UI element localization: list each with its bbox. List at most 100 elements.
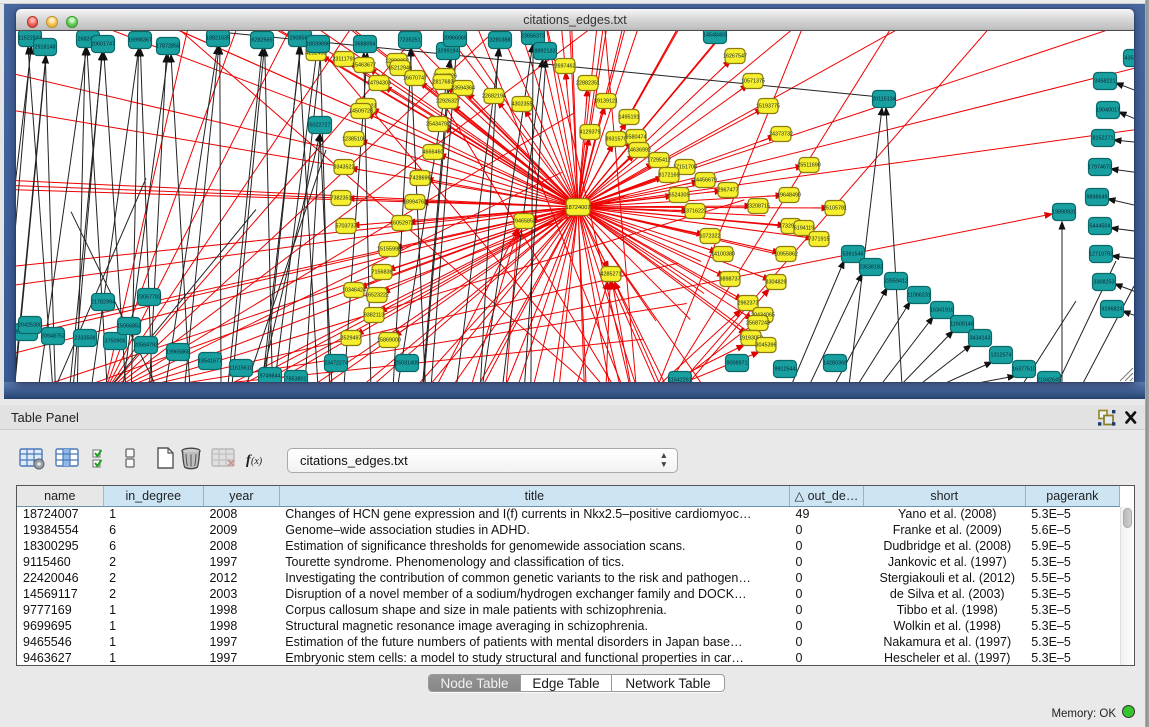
svg-text:9008971: 9008971 bbox=[727, 361, 748, 367]
svg-text:17872858: 17872858 bbox=[156, 44, 180, 50]
svg-text:9382113: 9382113 bbox=[364, 313, 385, 319]
svg-text:3434143: 3434143 bbox=[970, 336, 991, 342]
svg-text:4302355: 4302355 bbox=[512, 102, 533, 108]
svg-text:6524305: 6524305 bbox=[669, 193, 690, 199]
svg-text:20425300: 20425300 bbox=[18, 323, 42, 329]
svg-text:4666460: 4666460 bbox=[423, 150, 444, 156]
svg-text:2962373: 2962373 bbox=[738, 301, 759, 307]
svg-text:19965868: 19965868 bbox=[166, 350, 190, 356]
svg-text:14100380: 14100380 bbox=[711, 252, 735, 258]
svg-text:3529497: 3529497 bbox=[341, 336, 362, 342]
svg-text:23594364: 23594364 bbox=[451, 86, 475, 92]
svg-text:21782994: 21782994 bbox=[91, 300, 115, 306]
svg-text:16377510: 16377510 bbox=[1012, 367, 1036, 373]
svg-text:22926327: 22926327 bbox=[436, 99, 460, 105]
svg-text:3750906: 3750906 bbox=[105, 339, 126, 345]
svg-text:10571375: 10571375 bbox=[741, 79, 765, 85]
svg-text:15066853: 15066853 bbox=[117, 324, 141, 330]
svg-text:3280388: 3280388 bbox=[490, 38, 511, 44]
svg-text:15193775: 15193775 bbox=[756, 104, 780, 110]
svg-text:25434793: 25434793 bbox=[426, 122, 450, 128]
svg-text:16670747: 16670747 bbox=[403, 76, 427, 82]
svg-text:5703737: 5703737 bbox=[336, 224, 357, 230]
svg-text:4285271: 4285271 bbox=[601, 272, 622, 278]
svg-text:3299194: 3299194 bbox=[438, 49, 459, 55]
svg-text:18039896: 18039896 bbox=[306, 42, 330, 48]
svg-text:14456679: 14456679 bbox=[693, 178, 717, 184]
svg-text:20948752: 20948752 bbox=[41, 334, 65, 340]
svg-text:5022727: 5022727 bbox=[310, 123, 331, 129]
svg-text:2333508: 2333508 bbox=[75, 336, 96, 342]
svg-text:18541677: 18541677 bbox=[198, 359, 222, 365]
svg-text:19040017: 19040017 bbox=[1096, 108, 1120, 114]
svg-text:6194119: 6194119 bbox=[794, 226, 815, 232]
svg-text:22682194: 22682194 bbox=[482, 94, 506, 100]
svg-text:7382351: 7382351 bbox=[331, 196, 352, 202]
svg-text:19465853: 19465853 bbox=[512, 219, 536, 225]
svg-text:8892133: 8892133 bbox=[535, 49, 556, 55]
svg-text:1072322: 1072322 bbox=[700, 234, 721, 240]
svg-text:19890931: 19890931 bbox=[1052, 210, 1076, 216]
svg-text:22882351: 22882351 bbox=[576, 81, 600, 87]
svg-text:7371915: 7371915 bbox=[809, 237, 830, 243]
svg-text:14794303: 14794303 bbox=[367, 81, 391, 87]
svg-text:5444504: 5444504 bbox=[1090, 224, 1111, 230]
svg-text:7156836: 7156836 bbox=[372, 270, 393, 276]
svg-text:9898649: 9898649 bbox=[1087, 195, 1108, 201]
svg-text:6282565: 6282565 bbox=[252, 38, 273, 44]
svg-text:1312574: 1312574 bbox=[991, 353, 1012, 359]
svg-text:18821635: 18821635 bbox=[206, 36, 230, 42]
svg-text:19139121: 19139121 bbox=[594, 99, 618, 105]
svg-text:11615610: 11615610 bbox=[229, 366, 253, 372]
svg-text:2697462: 2697462 bbox=[555, 64, 576, 70]
svg-text:9898737: 9898737 bbox=[720, 277, 741, 283]
svg-text:14548459: 14548459 bbox=[703, 33, 727, 39]
svg-text:15155998: 15155998 bbox=[377, 247, 401, 253]
svg-text:11066231: 11066231 bbox=[907, 293, 931, 299]
svg-text:23538183: 23538183 bbox=[859, 265, 883, 271]
svg-text:20601747: 20601747 bbox=[91, 42, 115, 48]
svg-text:17974673: 17974673 bbox=[1088, 165, 1112, 171]
svg-text:16267547: 16267547 bbox=[723, 54, 747, 60]
svg-text:8931579: 8931579 bbox=[606, 137, 627, 143]
svg-text:11542261: 11542261 bbox=[668, 378, 692, 383]
svg-text:22659412: 22659412 bbox=[884, 279, 908, 285]
svg-text:9196824: 9196824 bbox=[1102, 307, 1123, 313]
svg-text:23656373: 23656373 bbox=[521, 34, 545, 40]
svg-text:18724007: 18724007 bbox=[566, 205, 591, 211]
svg-text:2918148: 2918148 bbox=[35, 45, 56, 51]
svg-text:25511690: 25511690 bbox=[797, 163, 821, 169]
svg-text:3458221: 3458221 bbox=[1095, 79, 1116, 85]
svg-text:7428696: 7428696 bbox=[410, 176, 431, 182]
svg-text:23057783: 23057783 bbox=[137, 295, 161, 301]
svg-text:23208715: 23208715 bbox=[746, 204, 770, 210]
svg-text:20584792: 20584792 bbox=[134, 343, 158, 349]
svg-text:15463677: 15463677 bbox=[352, 63, 376, 69]
svg-text:12710793: 12710793 bbox=[1089, 252, 1113, 258]
svg-text:19648490: 19648490 bbox=[777, 193, 801, 199]
svg-text:8304829: 8304829 bbox=[766, 280, 787, 286]
svg-text:14636992: 14636992 bbox=[627, 148, 651, 154]
svg-text:14280369: 14280369 bbox=[823, 361, 847, 367]
svg-text:3308253: 3308253 bbox=[1094, 280, 1115, 286]
svg-text:25031409: 25031409 bbox=[395, 361, 419, 367]
svg-text:3688094: 3688094 bbox=[355, 42, 376, 48]
svg-text:16998367: 16998367 bbox=[128, 38, 152, 44]
svg-text:14509728: 14509728 bbox=[349, 109, 373, 115]
svg-text:18994763: 18994763 bbox=[403, 200, 427, 206]
svg-text:6580474: 6580474 bbox=[626, 135, 647, 141]
svg-text:5391546: 5391546 bbox=[843, 252, 864, 258]
svg-text:21842645: 21842645 bbox=[1037, 378, 1061, 383]
svg-text:9343522: 9343522 bbox=[334, 165, 355, 171]
svg-text:9749844: 9749844 bbox=[260, 374, 281, 380]
svg-text:7235251: 7235251 bbox=[400, 38, 421, 44]
svg-text:24373732: 24373732 bbox=[769, 132, 793, 138]
svg-text:3045396: 3045396 bbox=[756, 343, 777, 349]
svg-text:4354814: 4354814 bbox=[1125, 56, 1135, 62]
svg-text:2967477: 2967477 bbox=[718, 188, 739, 194]
svg-text:16341910: 16341910 bbox=[930, 308, 954, 314]
svg-text:9912544: 9912544 bbox=[775, 367, 796, 373]
svg-text:4129379: 4129379 bbox=[580, 130, 601, 136]
svg-text:12385106: 12385106 bbox=[342, 137, 366, 143]
svg-text:10955862: 10955862 bbox=[774, 252, 798, 258]
